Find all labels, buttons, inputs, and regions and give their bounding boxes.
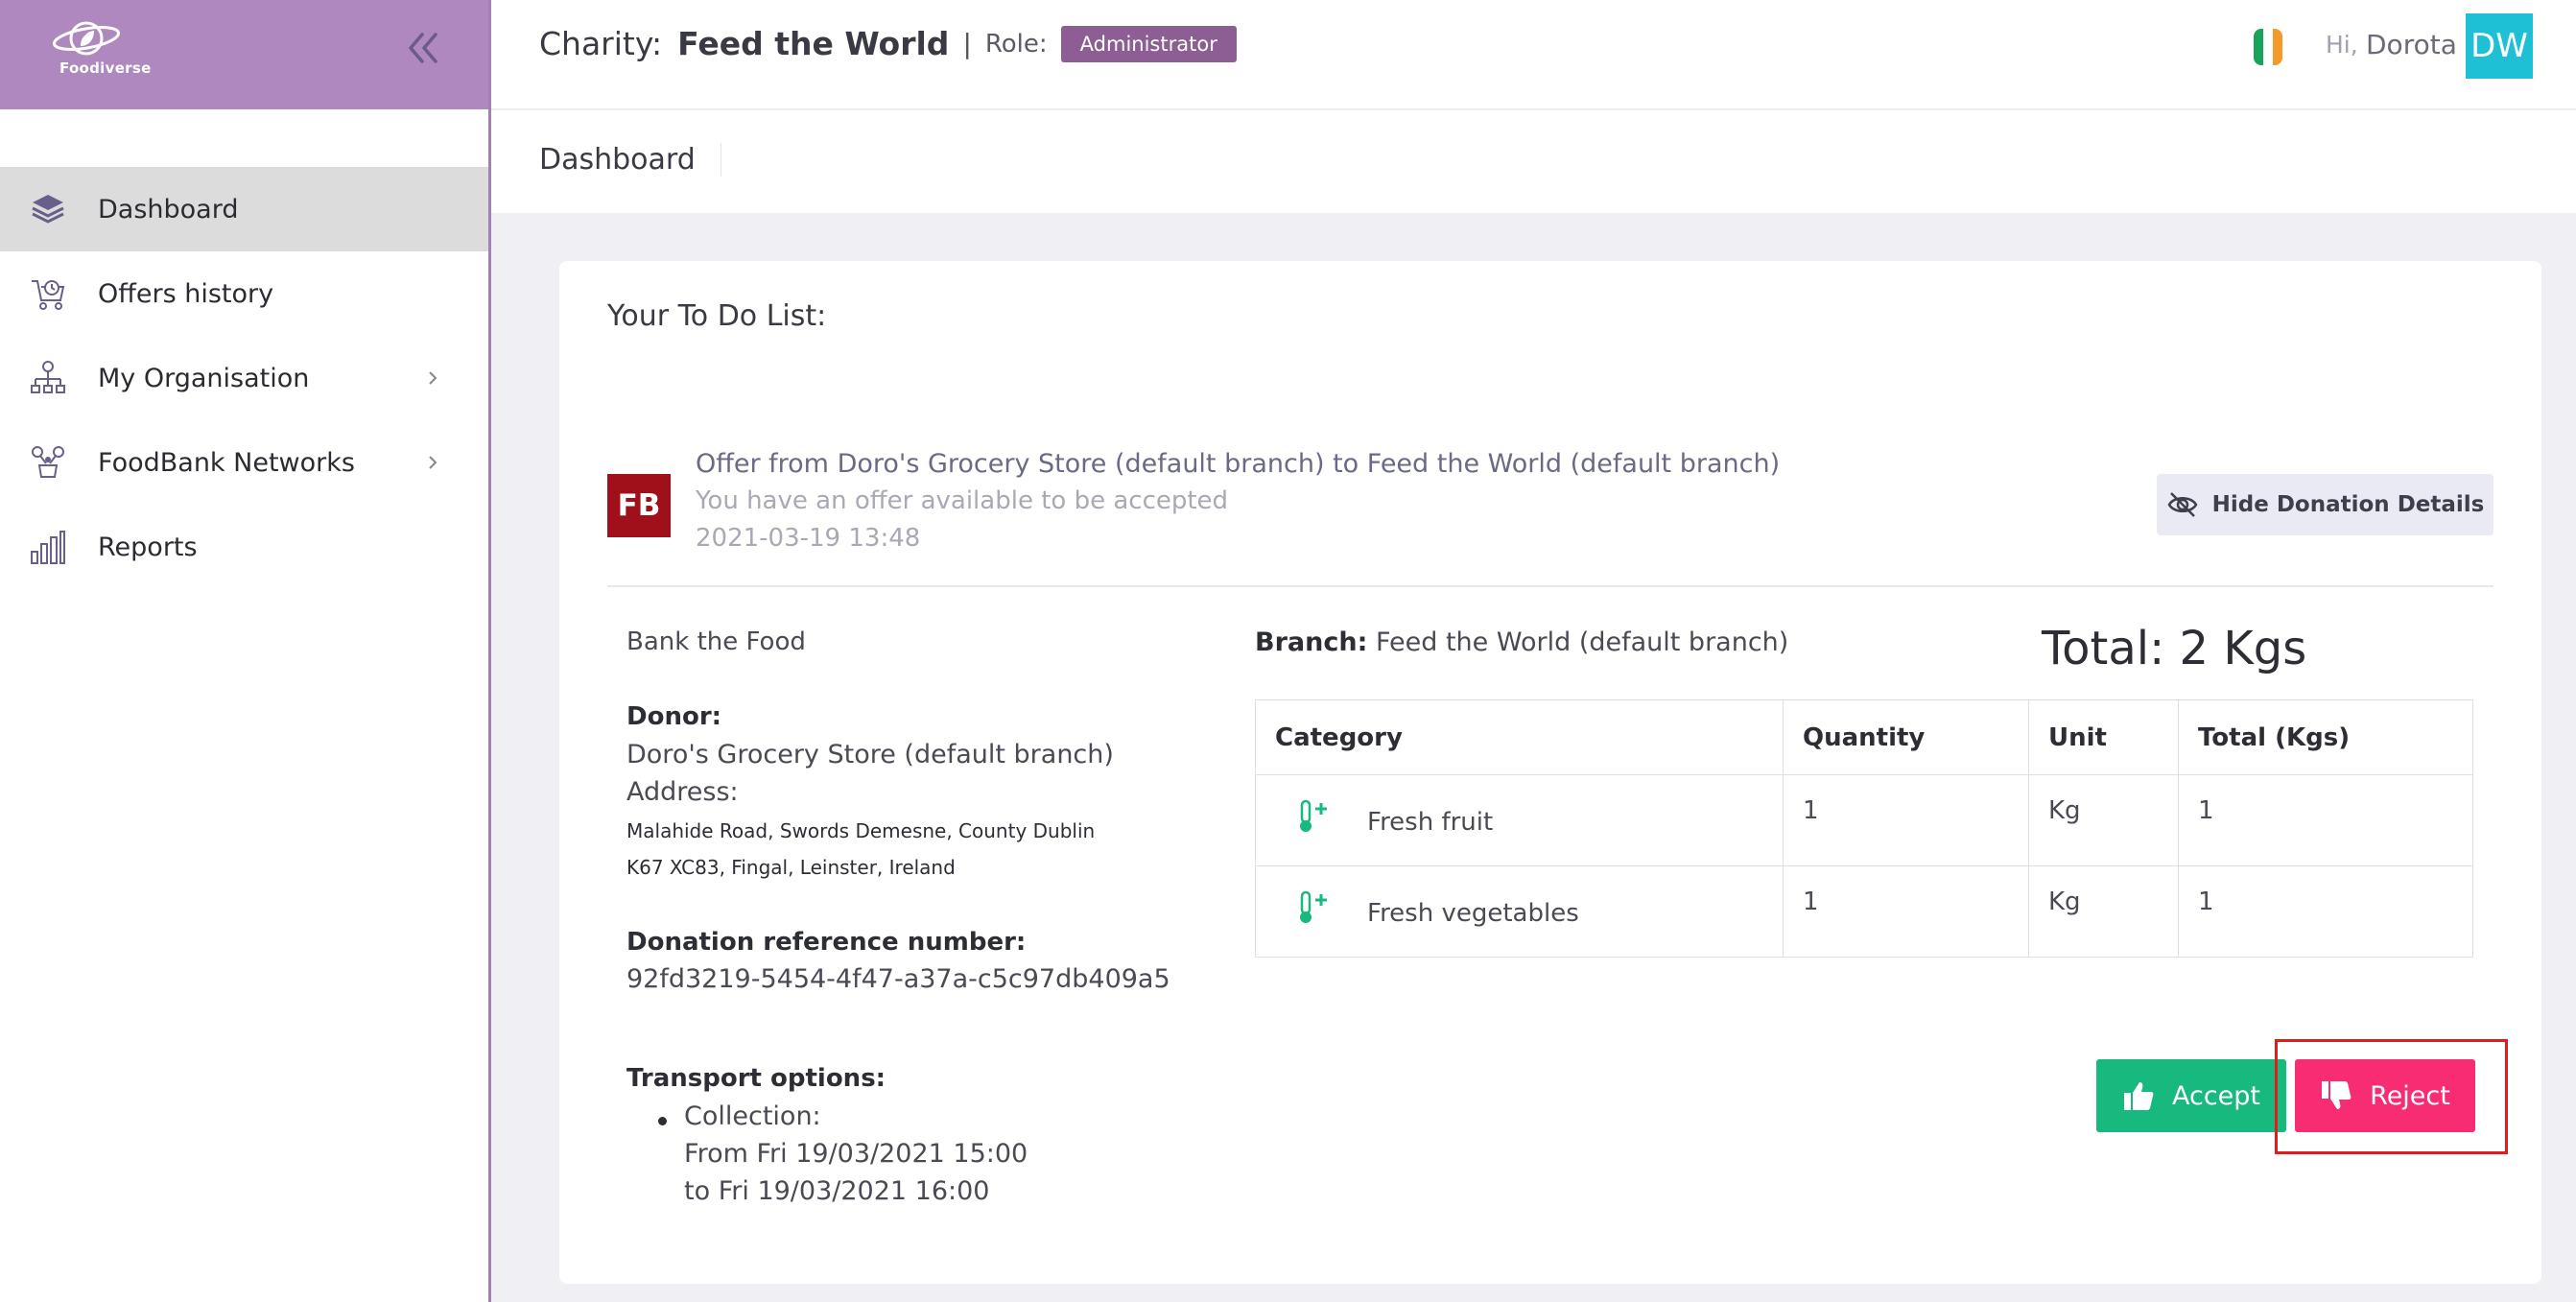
donation-ref-label: Donation reference number: bbox=[626, 928, 1027, 957]
sidebar-item-my-organisation[interactable]: My Organisation bbox=[0, 336, 488, 420]
list-bullet bbox=[658, 1117, 667, 1125]
transport-from: From Fri 19/03/2021 15:00 bbox=[684, 1139, 1028, 1169]
role-badge: Administrator bbox=[1060, 25, 1237, 62]
todo-card: Your To Do List: FB Offer from Doro's Gr… bbox=[559, 261, 2541, 1284]
table-cell: Kg bbox=[2028, 774, 2179, 866]
charity-prefix: Charity: bbox=[539, 25, 663, 62]
sidebar-item-offers-history[interactable]: Offers history bbox=[0, 251, 488, 336]
transport-label: Transport options: bbox=[626, 1064, 886, 1093]
charity-info: Charity: Feed the World | Role: Administ… bbox=[539, 25, 1237, 62]
address-line: K67 XC83, Fingal, Leinster, Ireland bbox=[626, 856, 956, 879]
donor-label: Donor: bbox=[626, 702, 722, 731]
table-cell: 1 bbox=[1783, 774, 2029, 866]
thumbs-up-icon bbox=[2123, 1082, 2154, 1110]
reject-label: Reject bbox=[2370, 1080, 2450, 1111]
branch-value: Feed the World (default branch) bbox=[1375, 627, 1789, 657]
bank-name: Bank the Food bbox=[626, 627, 806, 656]
sidebar-item-reports[interactable]: Reports bbox=[0, 505, 488, 589]
table-row: Fresh vegetables 1 Kg 1 bbox=[1255, 865, 2473, 958]
transport-to: to Fri 19/03/2021 16:00 bbox=[684, 1176, 990, 1206]
address-line: Malahide Road, Swords Demesne, County Du… bbox=[626, 819, 1096, 842]
donation-ref-value: 92fd3219-5454-4f47-a37a-c5c97db409a5 bbox=[626, 964, 1170, 994]
sidebar-item-label: Reports bbox=[98, 532, 198, 562]
donation-total: Total: 2 Kgs bbox=[2042, 622, 2307, 675]
accept-label: Accept bbox=[2171, 1080, 2261, 1111]
offer-subtitle: You have an offer available to be accept… bbox=[696, 486, 1229, 515]
table-cell: Fresh fruit bbox=[1255, 774, 1784, 866]
hide-donation-details-button[interactable]: Hide Donation Details bbox=[2157, 474, 2493, 535]
table-cell: 1 bbox=[2178, 865, 2473, 958]
table-row: Fresh fruit 1 Kg 1 bbox=[1255, 774, 2473, 866]
table-header-row: Category Quantity Unit Total (Kgs) bbox=[1255, 699, 2473, 775]
offer-title[interactable]: Offer from Doro's Grocery Store (default… bbox=[696, 449, 1780, 479]
page-title: Dashboard bbox=[539, 143, 721, 177]
eye-slash-icon bbox=[2167, 492, 2198, 517]
offer-date: 2021-03-19 13:48 bbox=[696, 524, 921, 553]
accept-button[interactable]: Accept bbox=[2096, 1059, 2286, 1132]
address-label: Address: bbox=[626, 777, 739, 807]
logo-text: Foodiverse bbox=[59, 59, 152, 77]
thumbs-down-icon bbox=[2322, 1081, 2351, 1109]
sidebar-nav: Dashboard Offers history My Organisation… bbox=[0, 167, 488, 589]
category-name: Fresh fruit bbox=[1367, 808, 1494, 837]
brand-header: Foodiverse bbox=[0, 0, 488, 109]
donor-name: Doro's Grocery Store (default branch) bbox=[626, 740, 1114, 769]
sidebar-item-label: Offers history bbox=[98, 278, 274, 309]
branch-label: Branch: bbox=[1255, 627, 1368, 657]
transport-type: Collection: bbox=[684, 1101, 821, 1131]
bar-chart-icon bbox=[29, 528, 67, 566]
user-avatar[interactable]: DW bbox=[2466, 13, 2533, 79]
column-header: Total (Kgs) bbox=[2178, 699, 2473, 775]
sidebar-item-label: Dashboard bbox=[98, 194, 239, 225]
sidebar-item-dashboard[interactable]: Dashboard bbox=[0, 167, 488, 251]
todo-title: Your To Do List: bbox=[607, 299, 827, 333]
divider bbox=[607, 585, 2493, 587]
branch-info: Branch: Feed the World (default branch) bbox=[1255, 627, 1788, 657]
offer-avatar: FB bbox=[607, 474, 671, 537]
column-header: Quantity bbox=[1783, 699, 2029, 775]
charity-name: Feed the World bbox=[677, 25, 950, 62]
chevron-right-icon bbox=[429, 456, 437, 469]
page-header: Dashboard bbox=[491, 110, 2576, 213]
org-chart-icon bbox=[29, 359, 67, 397]
network-icon bbox=[29, 443, 67, 482]
table-cell: Fresh vegetables bbox=[1255, 865, 1784, 958]
thermometer-plus-icon bbox=[1300, 799, 1327, 832]
top-header: Charity: Feed the World | Role: Administ… bbox=[491, 0, 2576, 109]
user-name[interactable]: Dorota bbox=[2366, 29, 2457, 60]
header-separator: | bbox=[962, 28, 972, 59]
layers-icon bbox=[29, 190, 67, 228]
sidebar: Foodiverse Dashboard Offers history My O… bbox=[0, 0, 491, 1302]
chevron-right-icon bbox=[429, 371, 437, 385]
cart-history-icon bbox=[29, 274, 67, 313]
greeting: Hi, bbox=[2326, 31, 2358, 59]
thermometer-plus-icon bbox=[1300, 890, 1327, 923]
role-label: Role: bbox=[984, 29, 1048, 59]
language-flag-icon[interactable] bbox=[2254, 29, 2282, 65]
donation-items-table: Category Quantity Unit Total (Kgs) Fresh… bbox=[1255, 699, 2473, 958]
table-cell: 1 bbox=[2178, 774, 2473, 866]
sidebar-item-foodbank-networks[interactable]: FoodBank Networks bbox=[0, 420, 488, 505]
column-header: Unit bbox=[2028, 699, 2179, 775]
sidebar-item-label: FoodBank Networks bbox=[98, 447, 355, 478]
hide-donation-details-label: Hide Donation Details bbox=[2211, 492, 2485, 517]
category-name: Fresh vegetables bbox=[1367, 899, 1579, 928]
column-header: Category bbox=[1255, 699, 1784, 775]
table-cell: Kg bbox=[2028, 865, 2179, 958]
collapse-sidebar-icon[interactable] bbox=[403, 27, 445, 69]
table-cell: 1 bbox=[1783, 865, 2029, 958]
reject-button[interactable]: Reject bbox=[2295, 1059, 2475, 1132]
sidebar-item-label: My Organisation bbox=[98, 363, 310, 393]
